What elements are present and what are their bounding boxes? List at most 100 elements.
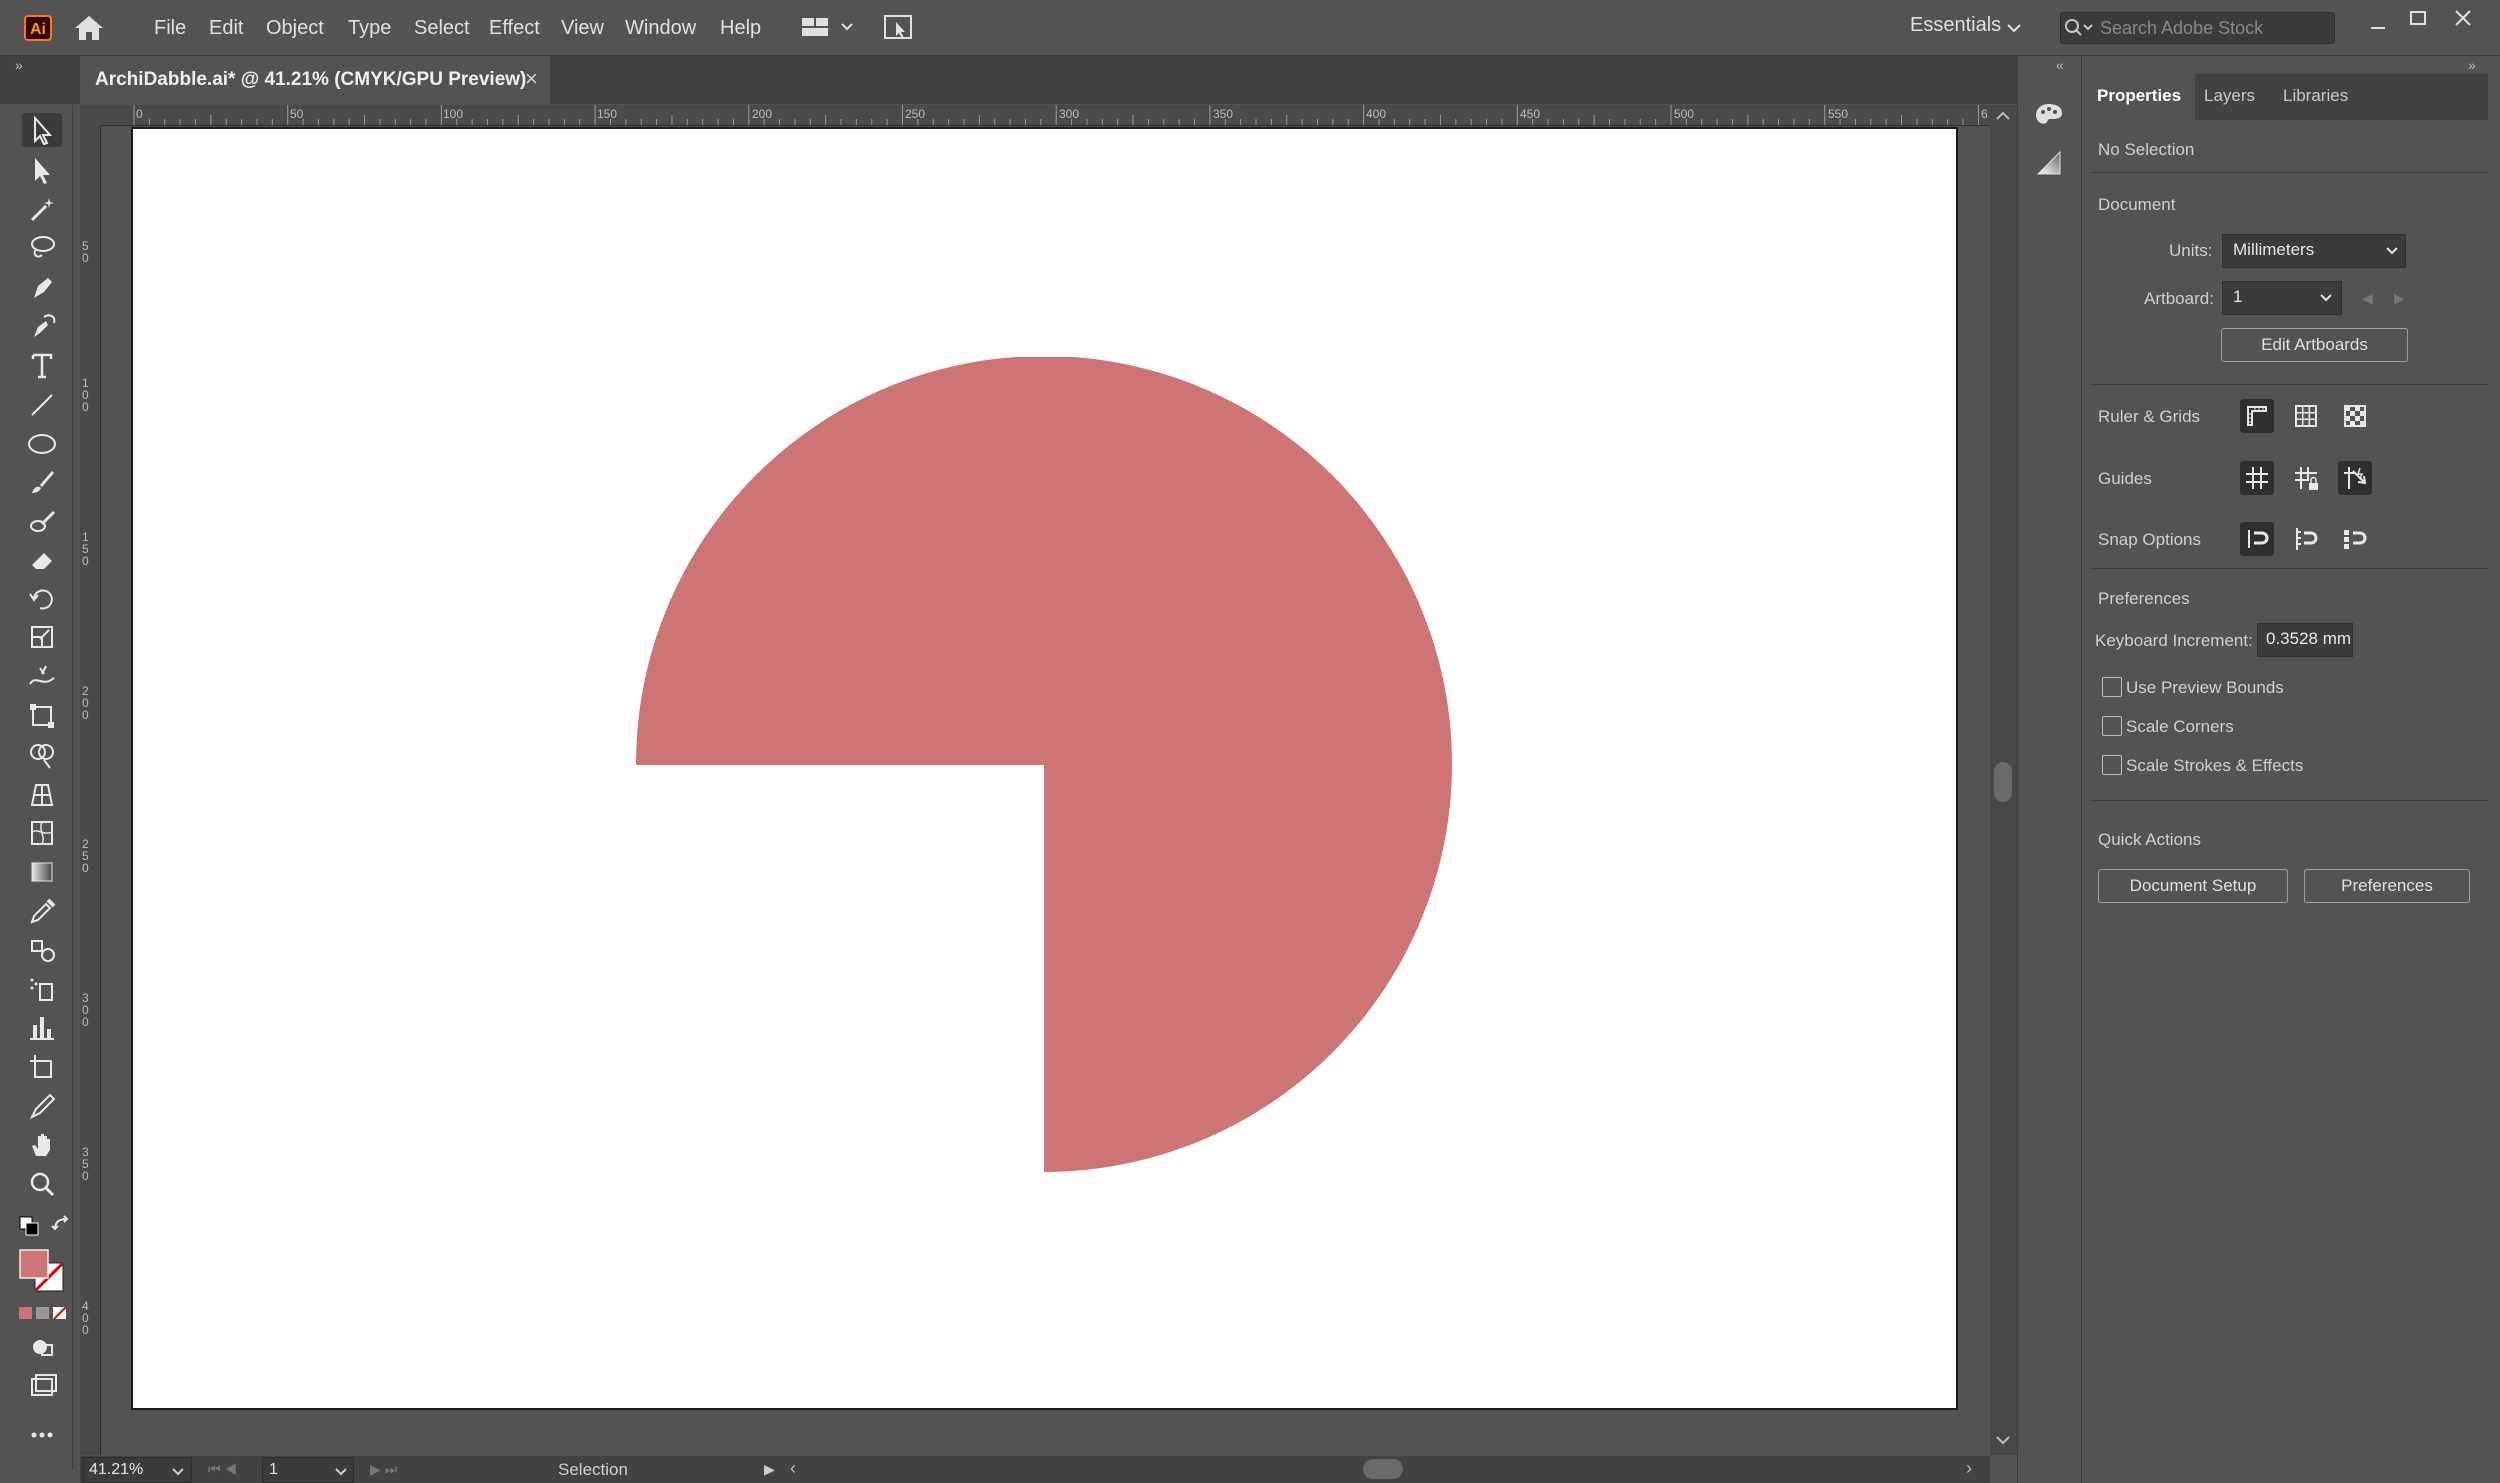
mesh-tool-icon[interactable]: [22, 816, 62, 850]
use-preview-bounds-checkbox[interactable]: [2102, 677, 2122, 697]
home-icon[interactable]: [73, 14, 105, 42]
curvature-tool-icon[interactable]: [22, 309, 62, 343]
menu-edit[interactable]: Edit: [209, 14, 243, 42]
search-icon: [2064, 17, 2094, 39]
edit-artboards-button[interactable]: Edit Artboards: [2221, 328, 2408, 362]
type-tool-icon[interactable]: [22, 348, 62, 382]
scale-strokes-effects-checkbox[interactable]: [2102, 755, 2122, 775]
arrange-documents-icon[interactable]: [800, 14, 860, 42]
ellipse-tool-icon[interactable]: [22, 426, 62, 460]
perspective-grid-tool-icon[interactable]: [22, 777, 62, 811]
horizontal-scroll-thumb[interactable]: [1363, 1459, 1403, 1479]
lock-guides-icon[interactable]: [2289, 461, 2323, 495]
blend-tool-icon[interactable]: [22, 933, 62, 967]
vertical-scroll-thumb[interactable]: [1994, 762, 2012, 802]
menu-help[interactable]: Help: [720, 14, 761, 42]
free-transform-tool-icon[interactable]: [22, 699, 62, 733]
menu-object[interactable]: Object: [266, 14, 324, 42]
smart-guides-icon[interactable]: [2338, 461, 2372, 495]
artboard-tool-icon[interactable]: [22, 1050, 62, 1084]
menu-view[interactable]: View: [561, 14, 604, 42]
toggle-rulers-icon[interactable]: [2240, 399, 2274, 433]
direct-selection-tool-icon[interactable]: [22, 153, 62, 187]
symbol-sprayer-tool-icon[interactable]: [22, 972, 62, 1006]
maximize-icon[interactable]: [2405, 5, 2431, 31]
default-fill-stroke-icon[interactable]: [18, 1215, 40, 1237]
artboard-label: Artboard:: [2144, 289, 2214, 308]
snap-options-label: Snap Options: [2098, 530, 2202, 549]
screen-mode-icon[interactable]: [22, 1369, 62, 1403]
shaper-tool-icon[interactable]: [22, 504, 62, 538]
toggle-transparency-grid-icon[interactable]: [2338, 399, 2372, 433]
menu-window[interactable]: Window: [625, 14, 696, 42]
artboard-dropdown-icon[interactable]: [333, 1465, 349, 1477]
gradient-tool-icon[interactable]: [22, 855, 62, 889]
collapse-panels-icon[interactable]: «: [2056, 57, 2064, 73]
more-tools-icon[interactable]: [22, 1418, 62, 1452]
first-artboard-icon[interactable]: ⏮ ◀: [208, 1461, 268, 1479]
touch-workspace-icon[interactable]: [882, 12, 914, 44]
fill-stroke-swatches[interactable]: [18, 1248, 68, 1294]
menu-type[interactable]: Type: [348, 14, 391, 42]
workspace-switcher[interactable]: Essentials: [1910, 14, 2001, 37]
tab-layers[interactable]: Layers: [2204, 86, 2255, 106]
scroll-right-arrow[interactable]: ›: [1966, 1458, 1972, 1479]
swap-fill-stroke-icon[interactable]: [50, 1215, 72, 1237]
shape-builder-tool-icon[interactable]: [22, 738, 62, 772]
paintbrush-tool-icon[interactable]: [22, 465, 62, 499]
ruler-label: 550: [1828, 107, 1849, 121]
scroll-up-arrow[interactable]: [1992, 108, 2014, 124]
scroll-left-arrow[interactable]: ‹: [790, 1458, 796, 1479]
color-mode-icons[interactable]: [18, 1305, 68, 1321]
eraser-tool-icon[interactable]: [22, 543, 62, 577]
column-graph-tool-icon[interactable]: [22, 1011, 62, 1045]
menu-file[interactable]: File: [154, 14, 186, 42]
selection-tool-icon[interactable]: [22, 113, 62, 147]
menu-select[interactable]: Select: [414, 14, 470, 42]
minimize-icon[interactable]: [2365, 12, 2391, 38]
toggle-grid-icon[interactable]: [2289, 399, 2323, 433]
hand-tool-icon[interactable]: [22, 1128, 62, 1162]
snap-to-grid-icon[interactable]: [2289, 522, 2323, 556]
quick-actions-heading: Quick Actions: [2098, 830, 2201, 849]
units-select[interactable]: Millimeters: [2222, 234, 2406, 268]
width-tool-icon[interactable]: [22, 660, 62, 694]
keyboard-increment-input[interactable]: 0.3528 mm: [2257, 623, 2353, 657]
collapse-right-panel-icon[interactable]: »: [2468, 57, 2476, 73]
slice-tool-icon[interactable]: [22, 1089, 62, 1123]
lasso-tool-icon[interactable]: [22, 231, 62, 265]
close-window-icon[interactable]: [2450, 5, 2476, 31]
scale-corners-checkbox[interactable]: [2102, 716, 2122, 736]
toggle-guides-icon[interactable]: [2240, 461, 2274, 495]
menu-effect[interactable]: Effect: [489, 14, 540, 42]
zoom-tool-icon[interactable]: [22, 1167, 62, 1201]
status-menu-arrow[interactable]: ▶: [764, 1461, 775, 1478]
previous-artboard-icon[interactable]: ◀: [2362, 290, 2373, 307]
tab-libraries[interactable]: Libraries: [2283, 86, 2348, 106]
close-tab-icon[interactable]: ×: [525, 66, 538, 92]
document-setup-button[interactable]: Document Setup: [2098, 869, 2288, 903]
magic-wand-tool-icon[interactable]: [22, 192, 62, 226]
eyedropper-tool-icon[interactable]: [22, 894, 62, 928]
three-quarter-circle-shape[interactable]: [635, 356, 1453, 1172]
pen-tool-icon[interactable]: [22, 270, 62, 304]
scale-tool-icon[interactable]: [22, 621, 62, 655]
line-segment-tool-icon[interactable]: [22, 387, 62, 421]
zoom-dropdown-icon[interactable]: [170, 1465, 186, 1477]
ruler-label: 150: [597, 107, 618, 121]
collapse-toolbar-icon[interactable]: »: [15, 58, 33, 72]
snap-to-point-icon[interactable]: [2240, 522, 2274, 556]
preferences-button[interactable]: Preferences: [2304, 869, 2470, 903]
tab-properties-label: Properties: [2097, 86, 2182, 105]
gradient-panel-icon[interactable]: [2032, 146, 2066, 180]
next-artboard-icon[interactable]: ▶: [2394, 290, 2405, 307]
snap-to-pixel-icon[interactable]: [2338, 522, 2372, 556]
last-artboard-icon[interactable]: ▶ ⏭: [370, 1461, 430, 1479]
selection-status: No Selection: [2098, 140, 2195, 159]
scroll-down-arrow[interactable]: [1992, 1432, 2014, 1448]
ruler-label: 200: [752, 107, 773, 121]
chevron-down-icon[interactable]: [2006, 22, 2022, 34]
color-panel-icon[interactable]: [2032, 98, 2066, 132]
rotate-tool-icon[interactable]: [22, 582, 62, 616]
draw-mode-icon[interactable]: [22, 1330, 62, 1364]
